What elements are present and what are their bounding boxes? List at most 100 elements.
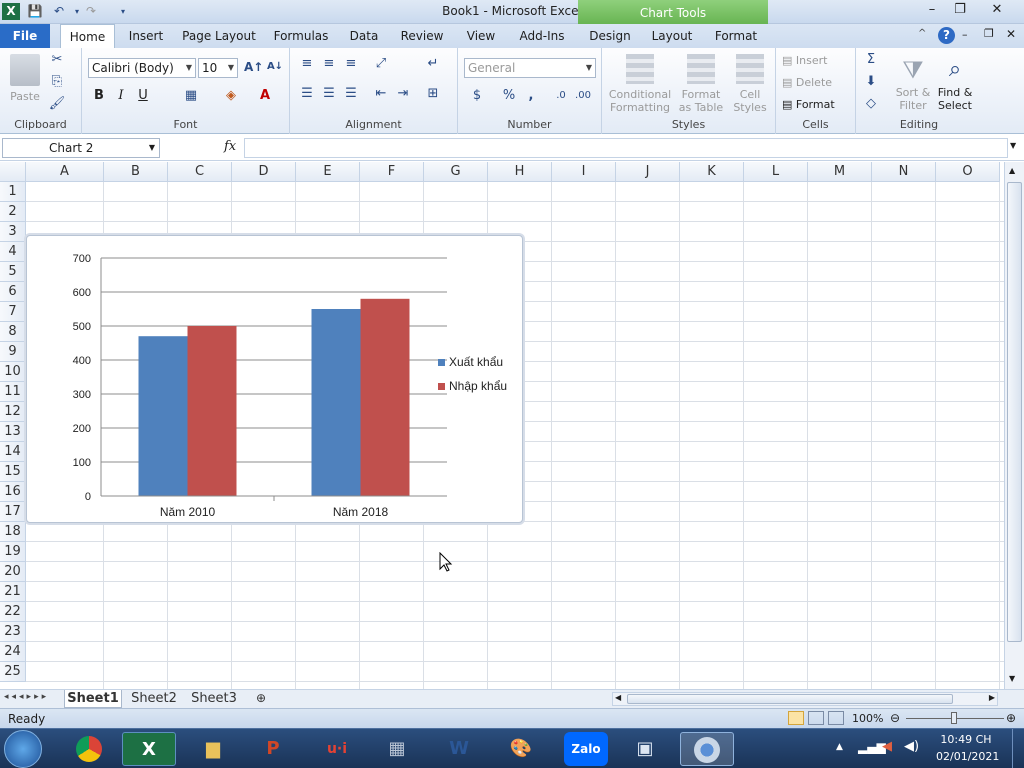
workbook-restore-icon[interactable]: ❐ <box>984 27 994 40</box>
tab-format[interactable]: Format <box>708 24 764 48</box>
scroll-left-icon[interactable]: ◀ <box>615 693 621 702</box>
select-all-corner[interactable] <box>0 162 26 182</box>
tab-view[interactable]: View <box>460 24 502 48</box>
tab-layout[interactable]: Layout <box>646 24 698 48</box>
align-top-icon[interactable]: ≡ <box>298 56 316 74</box>
row-header-20[interactable]: 20 <box>0 562 26 582</box>
row-header-24[interactable]: 24 <box>0 642 26 662</box>
insert-cells-button[interactable]: ▤ Insert <box>782 54 827 67</box>
row-header-14[interactable]: 14 <box>0 442 26 462</box>
align-bottom-icon[interactable]: ≡ <box>342 56 360 74</box>
tab-home[interactable]: Home <box>60 24 115 49</box>
shrink-font-icon[interactable]: A↓ <box>266 59 284 77</box>
format-as-table-button[interactable]: Format as Table <box>676 54 726 114</box>
muted-speaker-icon[interactable]: ◀ <box>882 739 892 754</box>
align-middle-icon[interactable]: ≡ <box>320 56 338 74</box>
scroll-down-icon[interactable]: ▼ <box>1009 674 1015 683</box>
bold-button[interactable]: B <box>90 88 108 106</box>
column-header-g[interactable]: G <box>424 162 488 182</box>
vertical-scrollbar[interactable]: ▲ ▼ <box>1004 162 1024 690</box>
sheet-tab-sheet2[interactable]: Sheet2 <box>126 690 182 708</box>
remote-desktop-icon[interactable]: ▣ <box>618 732 672 766</box>
decrease-indent-icon[interactable]: ⇤ <box>372 86 390 104</box>
cut-icon[interactable]: ✂ <box>48 52 66 70</box>
align-left-icon[interactable]: ☰ <box>298 86 316 104</box>
align-center-icon[interactable]: ☰ <box>320 86 338 104</box>
minimize-ribbon-icon[interactable]: ^ <box>918 28 926 39</box>
row-header-7[interactable]: 7 <box>0 302 26 322</box>
vertical-scroll-thumb[interactable] <box>1007 182 1022 642</box>
column-header-o[interactable]: O <box>936 162 1000 182</box>
column-header-c[interactable]: C <box>168 162 232 182</box>
name-box[interactable]: Chart 2 ▼ <box>2 138 160 158</box>
row-header-9[interactable]: 9 <box>0 342 26 362</box>
row-header-4[interactable]: 4 <box>0 242 26 262</box>
row-header-15[interactable]: 15 <box>0 462 26 482</box>
start-button-icon[interactable] <box>4 730 42 768</box>
workbook-minimize-icon[interactable]: – <box>962 28 968 41</box>
merge-center-icon[interactable]: ⊞ <box>424 86 442 104</box>
number-format-combo[interactable]: General ▼ <box>464 58 596 78</box>
page-layout-view-icon[interactable] <box>808 711 824 725</box>
chrome-icon[interactable] <box>62 732 116 766</box>
scroll-up-icon[interactable]: ▲ <box>1009 166 1015 175</box>
align-right-icon[interactable]: ☰ <box>342 86 360 104</box>
zoom-slider-thumb[interactable] <box>951 712 957 724</box>
zoom-out-icon[interactable]: ⊖ <box>890 711 900 725</box>
row-header-2[interactable]: 2 <box>0 202 26 222</box>
column-header-f[interactable]: F <box>360 162 424 182</box>
font-color-icon[interactable]: A <box>256 88 274 106</box>
row-header-25[interactable]: 25 <box>0 662 26 682</box>
tab-design[interactable]: Design <box>584 24 636 48</box>
orientation-icon[interactable]: ⤢ <box>372 56 390 74</box>
zalo-icon[interactable]: Zalo <box>564 732 608 766</box>
excel-taskbar-icon[interactable]: X <box>122 732 176 766</box>
insert-function-icon[interactable]: fx <box>224 139 236 154</box>
sheet-tab-sheet1[interactable]: Sheet1 <box>64 690 122 708</box>
tab-file[interactable]: File <box>0 24 50 48</box>
row-header-23[interactable]: 23 <box>0 622 26 642</box>
column-header-l[interactable]: L <box>744 162 808 182</box>
decrease-decimal-icon[interactable]: .00 <box>574 88 592 106</box>
row-header-11[interactable]: 11 <box>0 382 26 402</box>
normal-view-icon[interactable] <box>788 711 804 725</box>
row-header-22[interactable]: 22 <box>0 602 26 622</box>
column-header-j[interactable]: J <box>616 162 680 182</box>
file-explorer-icon[interactable]: ▆ <box>186 732 240 766</box>
find-select-button[interactable]: ⌕ Find & Select <box>934 54 976 112</box>
clock-time[interactable]: 10:49 CH <box>936 733 996 746</box>
borders-icon[interactable]: ▦ <box>182 88 200 106</box>
clock-date[interactable]: 02/01/2021 <box>936 750 999 763</box>
zoom-in-icon[interactable]: ⊕ <box>1006 711 1016 725</box>
row-header-5[interactable]: 5 <box>0 262 26 282</box>
font-size-combo[interactable]: 10 ▼ <box>198 58 238 78</box>
column-header-e[interactable]: E <box>296 162 360 182</box>
sheet-nav-arrows-icon[interactable]: ◂◂◂▸▸▸ <box>4 692 49 702</box>
fill-color-icon[interactable]: ◈ <box>222 88 240 106</box>
minimize-icon[interactable]: – <box>918 0 946 20</box>
underline-button[interactable]: U <box>134 88 152 106</box>
column-header-a[interactable]: A <box>26 162 104 182</box>
conditional-formatting-button[interactable]: Conditional Formatting <box>606 54 674 114</box>
row-header-1[interactable]: 1 <box>0 182 26 202</box>
calculator-icon[interactable]: ▦ <box>370 732 424 766</box>
row-header-17[interactable]: 17 <box>0 502 26 522</box>
tab-insert[interactable]: Insert <box>122 24 170 48</box>
fill-icon[interactable]: ⬇ <box>862 74 880 92</box>
clear-icon[interactable]: ◇ <box>862 96 880 114</box>
tab-data[interactable]: Data <box>344 24 384 48</box>
column-header-k[interactable]: K <box>680 162 744 182</box>
comma-button[interactable]: , <box>522 88 540 106</box>
restore-icon[interactable]: ❐ <box>946 0 974 20</box>
column-header-n[interactable]: N <box>872 162 936 182</box>
show-hidden-icons-icon[interactable]: ▲ <box>836 742 843 752</box>
sheet-tab-sheet3[interactable]: Sheet3 <box>186 690 242 708</box>
horizontal-scroll-thumb[interactable] <box>627 694 953 704</box>
column-header-m[interactable]: M <box>808 162 872 182</box>
row-header-10[interactable]: 10 <box>0 362 26 382</box>
tab-page-layout[interactable]: Page Layout <box>180 24 258 48</box>
row-header-18[interactable]: 18 <box>0 522 26 542</box>
close-icon[interactable]: ✕ <box>980 0 1014 20</box>
currency-icon[interactable]: $ <box>468 88 486 106</box>
row-header-16[interactable]: 16 <box>0 482 26 502</box>
